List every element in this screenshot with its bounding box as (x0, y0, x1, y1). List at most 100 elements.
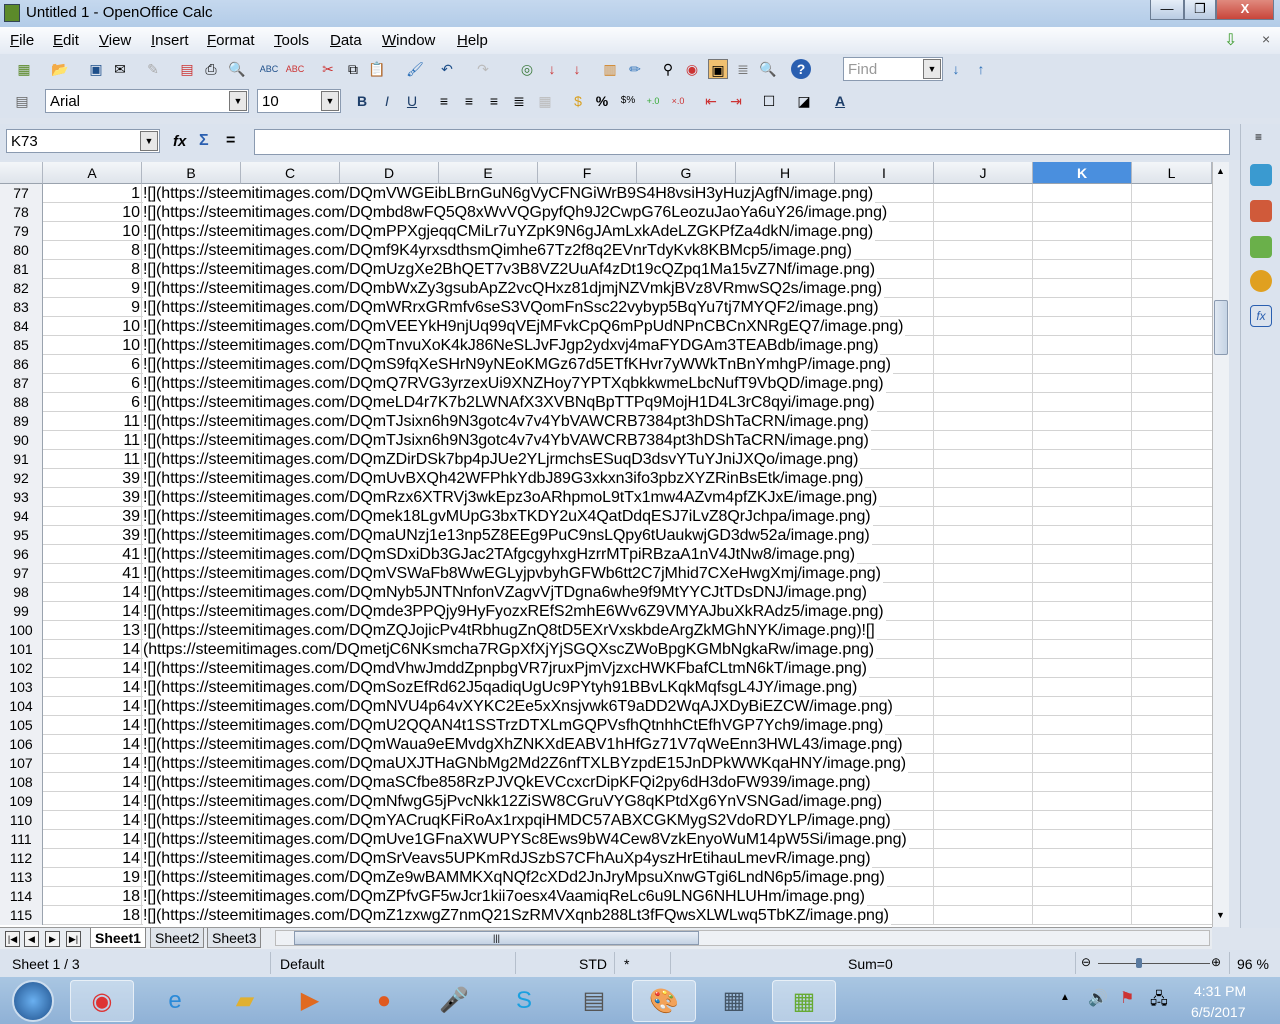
cell-b[interactable]: ![](https://steemitimages.com/DQmSDxiDb3… (143, 545, 858, 564)
column-header-e[interactable]: E (439, 162, 538, 184)
tab-sheet3[interactable]: Sheet3 (207, 928, 262, 948)
find-next-icon[interactable]: ↓ (946, 59, 966, 79)
menu-data[interactable]: Data (330, 32, 362, 49)
row-header[interactable]: 102 (0, 659, 43, 678)
cell-a[interactable]: 14 (43, 583, 140, 602)
cell-a[interactable]: 14 (43, 716, 140, 735)
cell-b[interactable]: ![](https://steemitimages.com/DQmNyb5JNT… (143, 583, 869, 602)
cell-b[interactable]: ![](https://steemitimages.com/DQmNfwgG5j… (143, 792, 885, 811)
table-row[interactable]: 106 14 ![](https://steemitimages.com/DQmWa… (0, 735, 1212, 754)
cell-a[interactable]: 10 (43, 317, 140, 336)
table-row[interactable]: 111 14 ![](https://steemitimages.com/DQmUv… (0, 830, 1212, 849)
table-row[interactable]: 98 14 ![](https://steemitimages.com/DQmNyb… (0, 583, 1212, 602)
horizontal-scrollbar[interactable]: ||| (275, 930, 1210, 946)
row-header[interactable]: 81 (0, 260, 43, 279)
row-header[interactable]: 94 (0, 507, 43, 526)
row-header[interactable]: 96 (0, 545, 43, 564)
column-header-f[interactable]: F (538, 162, 637, 184)
cell-a[interactable]: 14 (43, 773, 140, 792)
help-icon[interactable]: ? (791, 59, 811, 79)
table-row[interactable]: 104 14 ![](https://steemitimages.com/DQmNV… (0, 697, 1212, 716)
properties-icon[interactable] (1250, 164, 1272, 186)
openoffice-calc-taskbar-icon[interactable]: ▦ (772, 980, 836, 1022)
cell-b[interactable]: ![](https://steemitimages.com/DQmbWxZy3g… (143, 279, 884, 298)
row-header[interactable]: 115 (0, 906, 43, 925)
cell-a[interactable]: 14 (43, 830, 140, 849)
openoffice-taskbar-icon[interactable]: ▦ (702, 980, 766, 1022)
cell-a[interactable]: 13 (43, 621, 140, 640)
row-header[interactable]: 93 (0, 488, 43, 507)
menu-view[interactable]: View (99, 32, 131, 49)
row-header[interactable]: 114 (0, 887, 43, 906)
table-row[interactable]: 93 39 ![](https://steemitimages.com/DQmRzx… (0, 488, 1212, 507)
formula-input[interactable] (254, 129, 1230, 155)
row-header[interactable]: 97 (0, 564, 43, 583)
clock-date[interactable]: 6/5/2017 (1191, 1004, 1246, 1020)
table-row[interactable]: 84 10 ![](https://steemitimages.com/DQmVEE… (0, 317, 1212, 336)
zoom-level[interactable]: 96 % (1237, 956, 1269, 972)
cell-a[interactable]: 14 (43, 792, 140, 811)
justify-icon[interactable]: ≣ (509, 91, 529, 111)
cell-b[interactable]: ![](https://steemitimages.com/DQmNVU4p64… (143, 697, 895, 716)
cell-a[interactable]: 18 (43, 906, 140, 925)
row-header[interactable]: 84 (0, 317, 43, 336)
column-header-k[interactable]: K (1033, 162, 1132, 184)
row-header[interactable]: 90 (0, 431, 43, 450)
styles-formatting-icon[interactable] (1250, 200, 1272, 222)
hyperlink-icon[interactable]: ◎ (517, 59, 537, 79)
scroll-down-icon[interactable]: ▼ (1216, 910, 1225, 920)
cell-b[interactable]: ![](https://steemitimages.com/DQmaSCfbe8… (143, 773, 873, 792)
font-name-select[interactable]: Arial ▼ (45, 89, 249, 113)
pdf-icon[interactable]: ▤ (177, 59, 197, 79)
volume-icon[interactable]: 🔊 (1088, 988, 1108, 1008)
table-row[interactable]: 103 14 ![](https://steemitimages.com/DQmSo… (0, 678, 1212, 697)
table-row[interactable]: 114 18 ![](https://steemitimages.com/DQmZP… (0, 887, 1212, 906)
zoom-icon[interactable]: 🔍 (758, 59, 778, 79)
cell-a[interactable]: 10 (43, 203, 140, 222)
row-header[interactable]: 86 (0, 355, 43, 374)
row-header[interactable]: 78 (0, 203, 43, 222)
italic-button[interactable]: I (377, 91, 397, 111)
row-header[interactable]: 82 (0, 279, 43, 298)
table-row[interactable]: 85 10 ![](https://steemitimages.com/DQmTnv… (0, 336, 1212, 355)
cell-a[interactable]: 39 (43, 469, 140, 488)
chrome-taskbar-icon[interactable]: ◉ (70, 980, 134, 1022)
cut-icon[interactable]: ✂ (318, 59, 338, 79)
font-color-icon[interactable]: A (830, 91, 850, 111)
cell-b[interactable]: ![](https://steemitimages.com/DQmZPfvGF5… (143, 887, 867, 906)
row-header[interactable]: 106 (0, 735, 43, 754)
autospell-icon[interactable]: ABC (285, 59, 305, 79)
calculator-doc-taskbar-icon[interactable]: ▤ (562, 980, 626, 1022)
cell-b[interactable]: ![](https://steemitimages.com/DQmZQJojic… (143, 621, 877, 640)
cell-b[interactable]: ![](https://steemitimages.com/DQmZ1zxwgZ… (143, 906, 891, 925)
table-row[interactable]: 109 14 ![](https://steemitimages.com/DQmNf… (0, 792, 1212, 811)
row-header[interactable]: 99 (0, 602, 43, 621)
cell-a[interactable]: 6 (43, 393, 140, 412)
column-header-a[interactable]: A (43, 162, 142, 184)
navigator-icon[interactable]: ◉ (682, 59, 702, 79)
table-row[interactable]: 102 14 ![](https://steemitimages.com/DQmdV… (0, 659, 1212, 678)
row-header[interactable]: 92 (0, 469, 43, 488)
cell-a[interactable]: 8 (43, 241, 140, 260)
decrease-indent-icon[interactable]: ⇤ (701, 91, 721, 111)
name-box[interactable]: K73 ▼ (6, 129, 160, 153)
open-icon[interactable]: 📂 (50, 59, 70, 79)
table-row[interactable]: 115 18 ![](https://steemitimages.com/DQmZ1… (0, 906, 1212, 925)
restore-button[interactable]: ❐ (1184, 0, 1216, 20)
cell-b[interactable]: ![](https://steemitimages.com/DQmek18Lgv… (143, 507, 873, 526)
redo-icon[interactable]: ↷ (473, 59, 493, 79)
save-icon[interactable]: ▣ (86, 59, 106, 79)
table-row[interactable]: 79 10 ![](https://steemitimages.com/DQmPPX… (0, 222, 1212, 241)
cell-a[interactable]: 14 (43, 659, 140, 678)
cell-a[interactable]: 6 (43, 355, 140, 374)
skype-taskbar-icon[interactable]: S (492, 980, 556, 1022)
zoom-out-icon[interactable]: ⊖ (1081, 955, 1091, 969)
row-header[interactable]: 104 (0, 697, 43, 716)
merge-cells-icon[interactable]: ▦ (535, 91, 555, 111)
align-right-icon[interactable]: ≡ (484, 91, 504, 111)
cell-b[interactable]: ![](https://steemitimages.com/DQmVSWaFb8… (143, 564, 883, 583)
find-previous-icon[interactable]: ↑ (971, 59, 991, 79)
row-header[interactable]: 110 (0, 811, 43, 830)
paste-icon[interactable]: 📋 (367, 59, 387, 79)
column-header-i[interactable]: I (835, 162, 934, 184)
